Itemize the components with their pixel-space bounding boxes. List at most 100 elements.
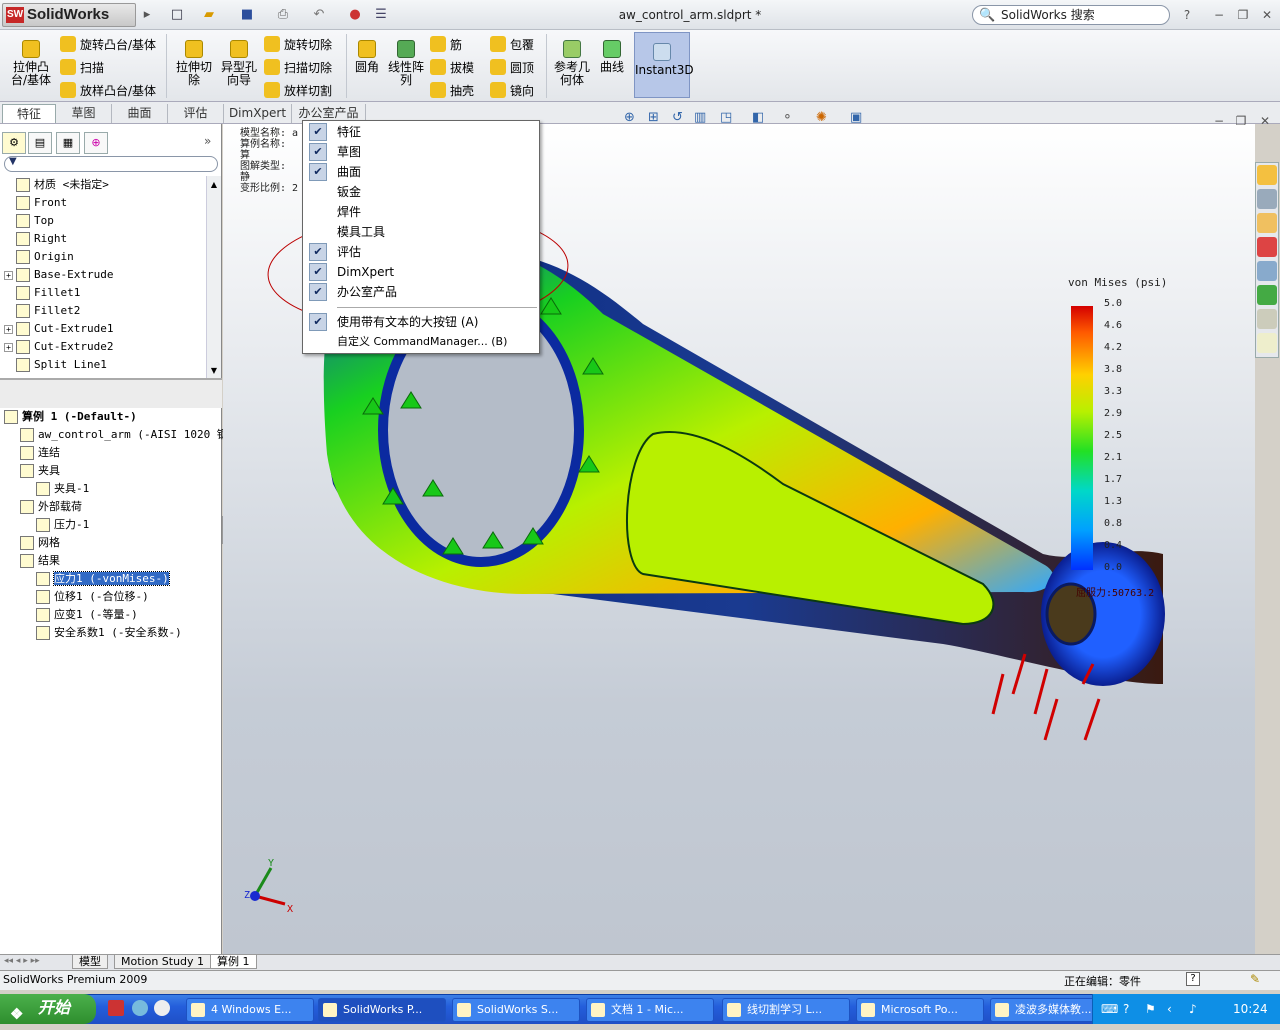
featuremanager-tab-icon[interactable]: ⚙ xyxy=(2,132,26,154)
options-icon[interactable]: ☰ xyxy=(372,6,390,24)
menu-item[interactable]: 曲面 xyxy=(337,163,361,181)
tab-evaluate[interactable]: 评估 xyxy=(168,104,224,123)
view-palette-icon[interactable] xyxy=(1257,261,1277,281)
doc-minimize-button[interactable]: − xyxy=(1210,112,1228,130)
tree-item[interactable]: + Cut-Extrude1 xyxy=(4,320,206,338)
wrap-button[interactable]: 包覆 xyxy=(490,34,534,54)
menu-item[interactable]: 评估 xyxy=(337,243,361,261)
loft-button[interactable]: 放样凸台/基体 xyxy=(60,80,156,100)
restore-button[interactable]: ❐ xyxy=(1234,6,1252,24)
tree-scrollbar[interactable]: ▲ ▼ xyxy=(206,176,221,378)
taskbar-button[interactable]: SolidWorks S... xyxy=(452,998,580,1022)
dimxpert-manager-tab-icon[interactable]: ⊕ xyxy=(84,132,108,154)
menu-item-large-buttons[interactable]: 使用带有文本的大按钮 (A) xyxy=(337,313,478,331)
instant3d-button[interactable]: Instant3D xyxy=(634,32,694,98)
taskbar-button[interactable]: 线切割学习 L... xyxy=(722,998,850,1022)
help-icon[interactable]: ? xyxy=(1178,6,1196,24)
tab-study-1[interactable]: 算例 1 xyxy=(210,955,257,969)
hole-wizard-button[interactable]: 异型孔 向导 xyxy=(218,40,260,87)
scene-icon[interactable]: ▣ xyxy=(850,110,862,125)
tab-features[interactable]: 特征 xyxy=(2,104,56,123)
tree-filter-input[interactable]: ▼ xyxy=(4,156,218,172)
extrude-boss-button[interactable]: 拉伸凸 台/基体 xyxy=(8,40,54,87)
extrude-cut-button[interactable]: 拉伸切 除 xyxy=(172,40,216,87)
quicklaunch-desktop-icon[interactable] xyxy=(154,1000,170,1016)
tree-item[interactable]: +Fillet2 xyxy=(4,302,206,320)
expand-tray-icon[interactable]: ‹ xyxy=(1167,994,1172,1024)
hide-show-items-icon[interactable]: ⚬ xyxy=(782,110,793,125)
section-view-icon[interactable]: ▥ xyxy=(694,110,706,125)
tree-item[interactable]: +材质 <未指定> xyxy=(4,176,206,194)
tree-item[interactable]: +Front xyxy=(4,194,206,212)
study-tree-item[interactable]: aw_control_arm (-AISI 1020 钢, xyxy=(4,426,234,444)
quicklaunch-solidworks-icon[interactable] xyxy=(108,1000,124,1016)
search-input[interactable]: 🔍 SolidWorks 搜索 xyxy=(972,5,1170,25)
reference-geometry-button[interactable]: 参考几 何体 xyxy=(552,40,592,87)
network-icon[interactable]: ⚑ xyxy=(1145,994,1156,1024)
mirror-button[interactable]: 镜向 xyxy=(490,80,534,100)
tab-model[interactable]: 模型 xyxy=(72,955,108,969)
print-icon[interactable]: ⎙ xyxy=(274,6,292,24)
tab-dimxpert[interactable]: DimXpert xyxy=(224,104,292,123)
loft-cut-button[interactable]: 放样切割 xyxy=(264,80,332,100)
minimize-button[interactable]: − xyxy=(1210,6,1228,24)
menu-item[interactable]: 焊件 xyxy=(337,203,361,221)
previous-view-icon[interactable]: ↺ xyxy=(672,110,683,125)
volume-icon[interactable]: ♪ xyxy=(1189,994,1197,1024)
file-explorer-icon[interactable] xyxy=(1257,213,1277,233)
tab-surfaces[interactable]: 曲面 xyxy=(112,104,168,123)
menu-item-customize[interactable]: 自定义 CommandManager... (B) xyxy=(337,333,507,351)
tab-sketch[interactable]: 草图 xyxy=(56,104,112,123)
solidworks-resources-icon[interactable] xyxy=(1257,165,1277,185)
solidworks-logo-menu[interactable]: SW SolidWorks xyxy=(2,3,136,27)
curves-button[interactable]: 曲线 xyxy=(596,40,628,74)
doc-restore-button[interactable]: ❐ xyxy=(1232,112,1250,130)
panel-splitter[interactable] xyxy=(0,378,222,408)
propertymanager-tab-icon[interactable]: ▤ xyxy=(28,132,52,154)
quicklaunch-ie-icon[interactable] xyxy=(132,1000,148,1016)
simulation-advisor-icon[interactable] xyxy=(1257,333,1277,353)
menu-item[interactable]: 钣金 xyxy=(337,183,361,201)
configurationmanager-tab-icon[interactable]: ▦ xyxy=(56,132,80,154)
doc-close-button[interactable]: ✕ xyxy=(1256,112,1274,130)
draft-button[interactable]: 拔模 xyxy=(430,57,474,77)
tree-item[interactable]: + Base-Extrude xyxy=(4,266,206,284)
start-button[interactable]: ❖ 开始 xyxy=(0,994,96,1024)
study-tree-item[interactable]: 应力1 (-vonMises-) xyxy=(4,570,220,588)
menu-item[interactable]: 草图 xyxy=(337,143,361,161)
taskbar-button[interactable]: SolidWorks P... xyxy=(318,998,446,1022)
custom-properties-icon[interactable] xyxy=(1257,309,1277,329)
tab-scroll-arrows-icon[interactable]: ◂◂ ◂ ▸ ▸▸ xyxy=(4,956,40,966)
zoom-to-fit-icon[interactable]: ⊕ xyxy=(624,110,635,125)
tree-item[interactable]: +Top xyxy=(4,212,206,230)
expand-icon[interactable]: + xyxy=(4,270,13,280)
keyboard-icon[interactable]: ⌨ xyxy=(1101,994,1118,1024)
revolve-boss-button[interactable]: 旋转凸台/基体 xyxy=(60,34,156,54)
save-icon[interactable]: ■ xyxy=(238,6,256,24)
taskbar-button[interactable]: 文档 1 - Mic... xyxy=(586,998,714,1022)
zoom-to-area-icon[interactable]: ⊞ xyxy=(648,110,659,125)
fillet-button[interactable]: 圆角 xyxy=(352,40,382,74)
design-library-icon[interactable] xyxy=(1257,189,1277,209)
tree-item[interactable]: +Split Line1 xyxy=(4,356,206,374)
edit-appearance-icon[interactable]: ✺ xyxy=(816,110,827,125)
study-tree-item[interactable]: 夹具 xyxy=(4,462,220,480)
view-orientation-icon[interactable]: ◳ xyxy=(720,110,732,125)
sweep-cut-button[interactable]: 扫描切除 xyxy=(264,57,332,77)
close-button[interactable]: ✕ xyxy=(1258,6,1276,24)
study-tree-item[interactable]: 安全系数1 (-安全系数-) xyxy=(4,624,220,642)
open-folder-icon[interactable]: ▰ xyxy=(200,6,218,24)
study-tree-item[interactable]: 夹具-1 xyxy=(4,480,220,498)
help-tray-icon[interactable]: ? xyxy=(1123,994,1129,1024)
study-tree-item[interactable]: 连结 xyxy=(4,444,220,462)
study-tree-item[interactable]: 压力-1 xyxy=(4,516,220,534)
study-header[interactable]: 算例 1 (-Default-) xyxy=(4,408,220,426)
appearances-icon[interactable] xyxy=(1257,285,1277,305)
menu-item[interactable]: DimXpert xyxy=(337,263,394,281)
sweep-button[interactable]: 扫描 xyxy=(60,57,104,77)
menu-arrow-icon[interactable]: ▸ xyxy=(138,6,156,24)
tree-item[interactable]: + Cut-Extrude2 xyxy=(4,338,206,356)
study-tree-item[interactable]: 外部载荷 xyxy=(4,498,220,516)
expand-icon[interactable]: + xyxy=(4,324,13,334)
tab-motion-study[interactable]: Motion Study 1 xyxy=(114,955,212,969)
